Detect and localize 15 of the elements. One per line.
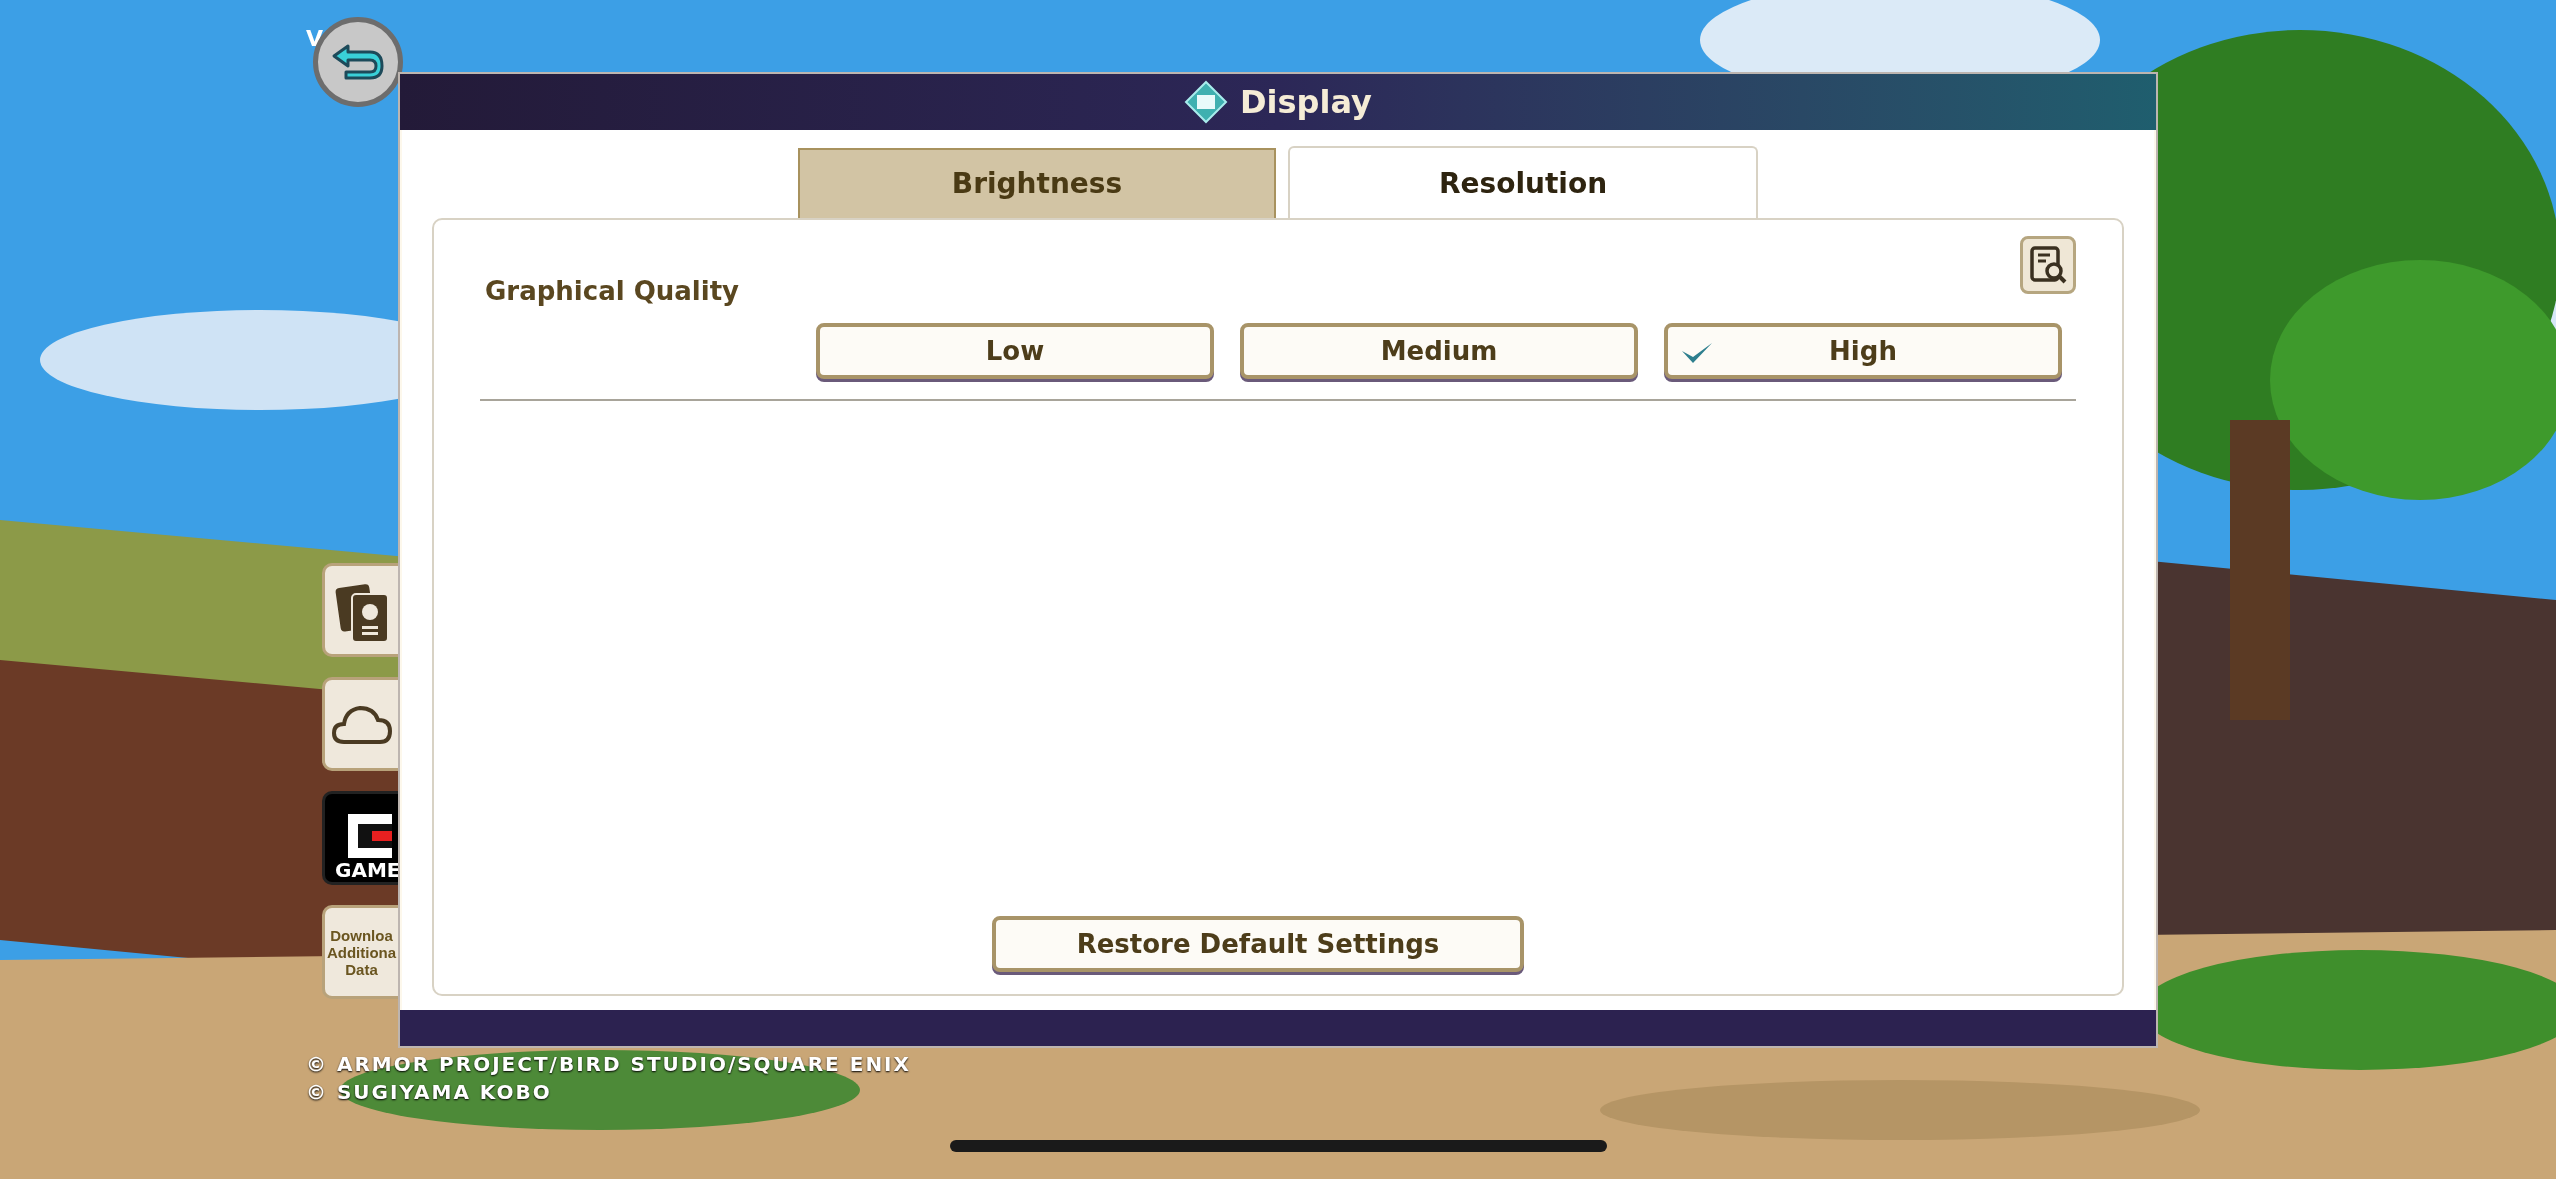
tab[interactable]: Resolution [1288,146,1758,220]
cloud-button[interactable] [322,677,398,771]
quality-option[interactable]: Low [816,323,1214,379]
info-button[interactable] [2020,236,2076,294]
setting-label: Graphical Quality [484,275,741,308]
display-icon [1184,80,1229,124]
tab[interactable]: Brightness [798,148,1276,218]
quality-option[interactable]: High [1664,323,2062,379]
download-data-button[interactable]: Downloa Additiona Data [322,905,398,999]
quality-option[interactable]: Medium [1240,323,1638,379]
back-arrow-icon [330,42,386,82]
document-search-icon [2028,245,2068,285]
profile-cards-button[interactable] [322,563,398,657]
dialog-title: Display [1240,82,1372,123]
restore-default-button[interactable]: Restore Default Settings [992,916,1524,972]
